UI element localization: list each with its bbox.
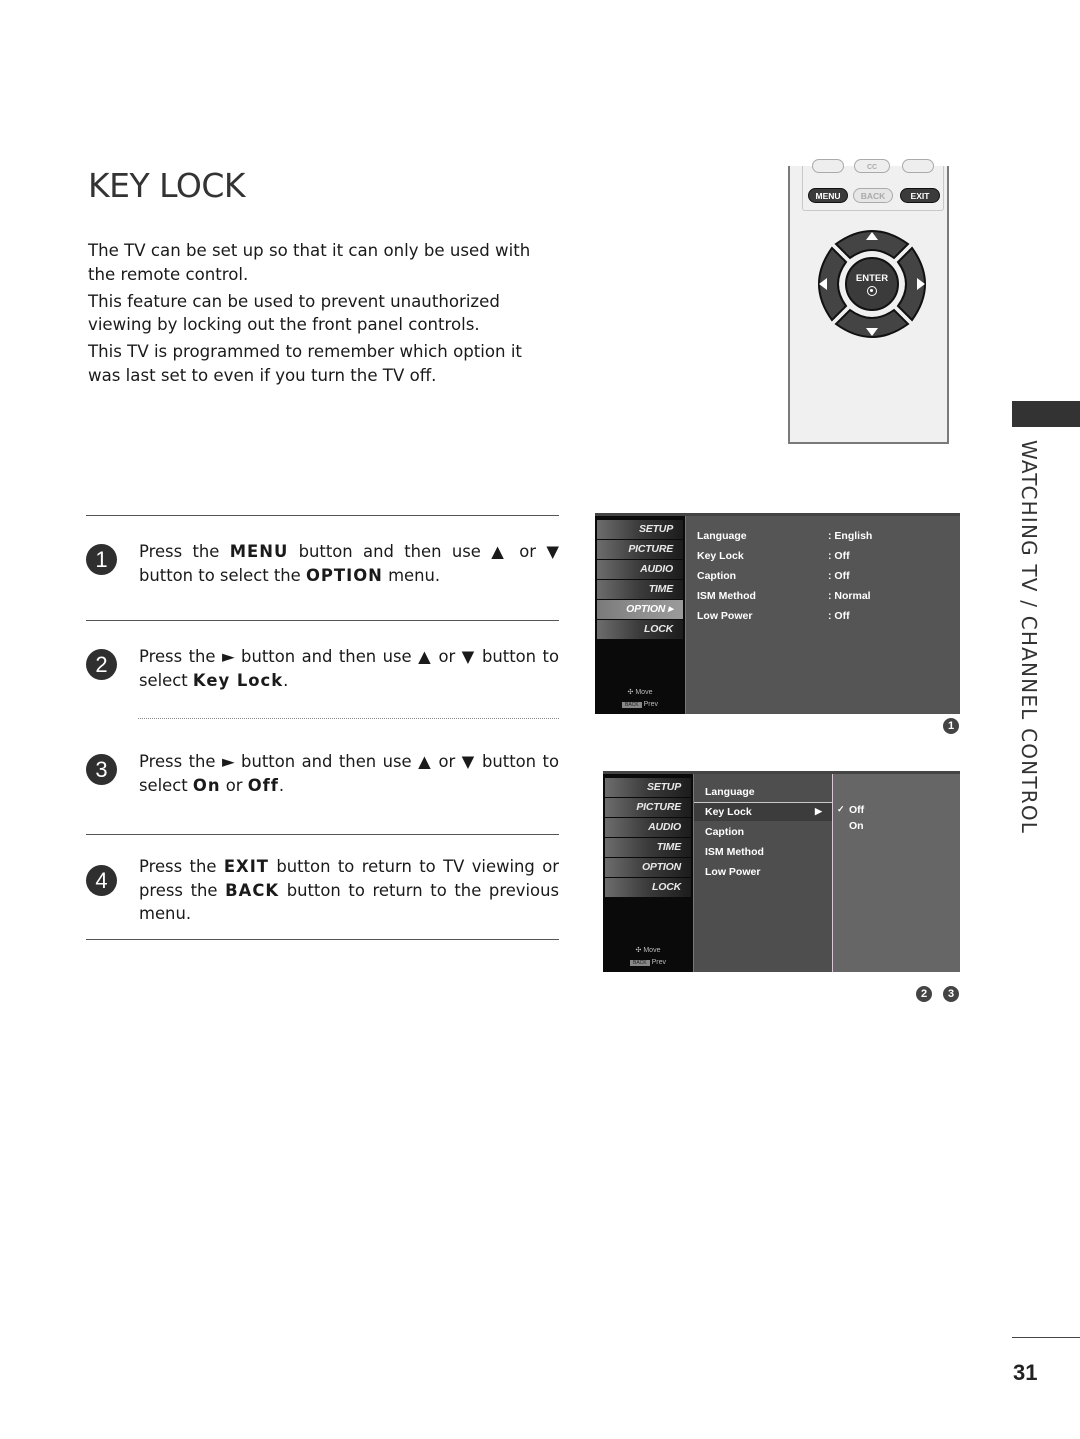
remote-back-button: BACK xyxy=(853,188,893,203)
remote-illustration: CC MENU BACK EXIT ENTER xyxy=(788,159,953,446)
section-label: WATCHING TV / CHANNEL CONTROL xyxy=(1017,440,1041,835)
page-title: KEY LOCK xyxy=(88,166,246,205)
osd-row: Caption xyxy=(705,826,745,838)
divider xyxy=(86,515,559,516)
osd-sidebar: SETUP PICTURE AUDIO TIME OPTION ▸ LOCK ✣… xyxy=(595,516,686,714)
osd-menu-time: TIME xyxy=(605,838,691,857)
osd-row: Low Power xyxy=(705,866,761,878)
remote-menu-button: MENU xyxy=(808,188,848,203)
intro-paragraph: This feature can be used to prevent unau… xyxy=(88,291,500,335)
intro-text: The TV can be set up so that it can only… xyxy=(88,239,558,391)
osd-sidebar: SETUP PICTURE AUDIO TIME OPTION LOCK ✣ M… xyxy=(603,774,694,972)
step-number-badge: 1 xyxy=(86,544,117,575)
step-reference-badge: 1 xyxy=(943,718,959,734)
submenu-arrow-icon: ▶ xyxy=(815,806,822,816)
divider xyxy=(86,939,559,940)
osd-menu-picture: PICTURE xyxy=(597,540,683,559)
intro-paragraph: This TV is programmed to remember which … xyxy=(88,342,522,385)
osd-menu-setup: SETUP xyxy=(605,778,691,797)
osd-menu-lock: LOCK xyxy=(597,620,683,639)
check-icon: ✓ xyxy=(837,804,845,814)
move-icon: ✣ xyxy=(627,689,634,696)
step-number-badge: 2 xyxy=(86,649,117,680)
osd-menu-option: OPTION xyxy=(605,858,691,877)
osd-menu-setup: SETUP xyxy=(597,520,683,539)
osd-option-on: On xyxy=(849,820,864,832)
osd-option-list: Language Key Lock ▶ Caption ISM Method Lo… xyxy=(694,774,833,972)
remote-top-button xyxy=(812,159,844,173)
osd-menu-time: TIME xyxy=(597,580,683,599)
osd-option-off: Off xyxy=(849,804,865,816)
section-tab-marker xyxy=(1012,401,1080,427)
osd-row: Key Lock: Off xyxy=(697,550,850,562)
osd-row: ISM Method: Normal xyxy=(697,590,871,602)
osd-footer-move: ✣ Move xyxy=(627,689,653,696)
enter-label: ENTER xyxy=(855,273,889,284)
page-number: 31 xyxy=(1013,1360,1038,1385)
osd-submenu: ✓ Off On xyxy=(833,774,960,972)
osd-row: Language xyxy=(705,786,755,798)
osd-row: ISM Method xyxy=(705,846,764,858)
osd-row: Caption: Off xyxy=(697,570,850,582)
step-text: Press the ► button and then use ▲ or ▼ b… xyxy=(139,647,559,690)
osd-row: Language: English xyxy=(697,530,873,542)
step-reference-badge: 2 xyxy=(916,986,932,1002)
enter-dot-icon xyxy=(867,286,877,296)
page-number-rule xyxy=(1012,1337,1080,1338)
osd-row-selected: Key Lock ▶ xyxy=(705,806,822,818)
step-number-badge: 4 xyxy=(86,865,117,896)
osd-menu-lock: LOCK xyxy=(605,878,691,897)
osd-footer-prev: BACK Prev xyxy=(595,701,685,708)
step-text: Press the EXIT button to return to TV vi… xyxy=(139,857,559,923)
step-reference-badge: 3 xyxy=(943,986,959,1002)
osd-keylock-menu: SETUP PICTURE AUDIO TIME OPTION LOCK ✣ M… xyxy=(603,771,960,972)
osd-row: Low Power: Off xyxy=(697,610,850,622)
step-number-badge: 3 xyxy=(86,754,117,785)
osd-menu-picture: PICTURE xyxy=(605,798,691,817)
remote-cc-button: CC xyxy=(854,159,890,173)
remote-enter-button: ENTER xyxy=(845,257,899,311)
osd-footer-move: ✣ Move xyxy=(635,947,661,954)
divider xyxy=(86,620,559,621)
osd-option-menu: SETUP PICTURE AUDIO TIME OPTION ▸ LOCK ✣… xyxy=(595,513,960,714)
dotted-divider xyxy=(138,718,559,719)
intro-paragraph: The TV can be set up so that it can only… xyxy=(88,241,531,284)
osd-menu-option: OPTION ▸ xyxy=(597,600,683,619)
step-text: Press the MENU button and then use ▲ or … xyxy=(139,542,559,585)
move-icon: ✣ xyxy=(635,947,642,954)
remote-exit-button: EXIT xyxy=(900,188,940,203)
osd-menu-audio: AUDIO xyxy=(605,818,691,837)
step-text: Press the ► button and then use ▲ or ▼ b… xyxy=(139,752,559,795)
remote-top-button xyxy=(902,159,934,173)
divider xyxy=(86,834,559,835)
osd-menu-audio: AUDIO xyxy=(597,560,683,579)
remote-dpad: ENTER xyxy=(814,226,930,342)
remote-body: CC MENU BACK EXIT ENTER xyxy=(788,159,949,444)
osd-footer-prev: BACK Prev xyxy=(603,959,693,966)
